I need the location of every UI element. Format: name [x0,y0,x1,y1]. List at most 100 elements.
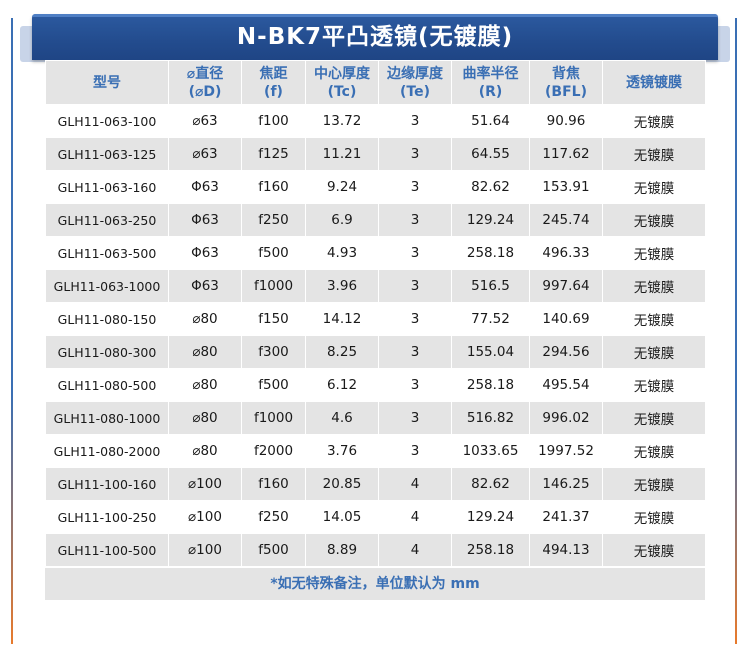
table-cell: 9.24 [305,170,379,204]
table-cell: 129.24 [451,500,530,534]
table-cell: 4 [378,467,452,501]
table-cell: 无镀膜 [602,104,706,138]
table-cell: 无镀膜 [602,500,706,534]
table-cell: f1000 [241,269,306,303]
column-header-unit: (R) [478,83,503,100]
table-cell: 无镀膜 [602,401,706,435]
frame-border-right [735,18,737,644]
table-cell: 258.18 [451,533,530,567]
table-cell: 无镀膜 [602,533,706,567]
column-header-unit: (Tc) [327,83,357,100]
table-cell: GLH11-063-500 [45,236,169,270]
table-cell: 无镀膜 [602,467,706,501]
table-cell: ⌀80 [168,401,242,435]
table-header-row: 型号 ⌀直径 (⌀D) 焦距 (f) 中心厚度 (Tc) 边缘厚度 (Te) 曲率半径 (R) 背焦(… [45,60,706,105]
table-cell: 14.12 [305,302,379,336]
table-cell: Φ63 [168,269,242,303]
table-cell: 294.56 [529,335,603,369]
table-row: GLH11-100-250 ⌀100 f250 14.05 4 129.24 241.37 无… [45,500,706,534]
table-cell: 3.96 [305,269,379,303]
page-title: N-BK7平凸透镜(无镀膜) [236,24,514,50]
table-cell: ⌀80 [168,434,242,468]
table-cell: 495.54 [529,368,603,402]
column-header-label: 透镜镀膜 [626,74,682,91]
table-cell: 494.13 [529,533,603,567]
table-cell: 3 [378,170,452,204]
table-cell: 3 [378,434,452,468]
table-cell: GLH11-080-500 [45,368,169,402]
table-cell: GLH11-080-1000 [45,401,169,435]
table-cell: f2000 [241,434,306,468]
table-cell: Φ63 [168,203,242,237]
frame-border-left [11,18,13,644]
column-header-label: 型号 [93,74,121,91]
table-cell: 258.18 [451,236,530,270]
table-cell: 无镀膜 [602,368,706,402]
table-cell: 无镀膜 [602,335,706,369]
table-cell: 90.96 [529,104,603,138]
table-cell: f500 [241,236,306,270]
table-cell: 516.82 [451,401,530,435]
table-cell: GLH11-080-2000 [45,434,169,468]
unit-note: *如无特殊备注，单位默认为 mm [45,567,705,600]
table-cell: GLH11-063-1000 [45,269,169,303]
table-cell: 3 [378,302,452,336]
table-cell: f125 [241,137,306,171]
table-cell: 无镀膜 [602,170,706,204]
table-cell: GLH11-063-250 [45,203,169,237]
table-row: GLH11-080-500 ⌀80 f500 6.12 3 258.18 495.54 无镀膜 [45,368,706,402]
table-cell: f300 [241,335,306,369]
table-cell: 77.52 [451,302,530,336]
table-cell: 无镀膜 [602,302,706,336]
table-cell: GLH11-100-160 [45,467,169,501]
table-cell: 11.21 [305,137,379,171]
column-header-label: ⌀直径 [186,65,224,82]
table-cell: 82.62 [451,170,530,204]
table-cell: 4.6 [305,401,379,435]
table-cell: 51.64 [451,104,530,138]
table-cell: 140.69 [529,302,603,336]
table-cell: f160 [241,467,306,501]
table-cell: 3 [378,335,452,369]
table-cell: 258.18 [451,368,530,402]
table-cell: ⌀63 [168,137,242,171]
table-cell: f250 [241,203,306,237]
column-header-unit: (f) [264,83,283,100]
table-cell: GLH11-063-100 [45,104,169,138]
table-cell: GLH11-100-500 [45,533,169,567]
column-header-label: 背焦 [552,65,580,82]
title-banner: N-BK7平凸透镜(无镀膜) [32,14,718,60]
table-cell: 82.62 [451,467,530,501]
table-cell: ⌀63 [168,104,242,138]
spec-table: 型号 ⌀直径 (⌀D) 焦距 (f) 中心厚度 (Tc) 边缘厚度 (Te) 曲率半径 (R) 背焦(… [45,60,706,567]
column-header: 焦距 (f) [241,60,306,105]
table-cell: GLH11-063-125 [45,137,169,171]
table-cell: 3 [378,401,452,435]
table-cell: 153.91 [529,170,603,204]
table-row: GLH11-100-160 ⌀100 f160 20.85 4 82.62 146.25 无镀… [45,467,706,501]
table-cell: 516.5 [451,269,530,303]
table-row: GLH11-080-1000 ⌀80 f1000 4.6 3 516.82 996.02 无镀… [45,401,706,435]
spec-table-container: 型号 ⌀直径 (⌀D) 焦距 (f) 中心厚度 (Tc) 边缘厚度 (Te) 曲率半径 (R) 背焦(… [45,60,706,600]
table-cell: 996.02 [529,401,603,435]
table-cell: ⌀80 [168,335,242,369]
table-cell: 241.37 [529,500,603,534]
table-row: GLH11-080-150 ⌀80 f150 14.12 3 77.52 140.69 无镀膜 [45,302,706,336]
column-header-label: 边缘厚度 [387,65,443,82]
table-row: GLH11-063-125 ⌀63 f125 11.21 3 64.55 117.62 无镀膜 [45,137,706,171]
column-header: 背焦 (BFL) [529,60,603,105]
table-cell: 117.62 [529,137,603,171]
table-cell: 无镀膜 [602,203,706,237]
table-cell: f250 [241,500,306,534]
table-row: GLH11-063-160 Φ63 f160 9.24 3 82.62 153.91 无镀膜 [45,170,706,204]
table-cell: f150 [241,302,306,336]
table-cell: f160 [241,170,306,204]
column-header: 中心厚度 (Tc) [305,60,379,105]
table-cell: 3 [378,269,452,303]
table-cell: 无镀膜 [602,236,706,270]
column-header-unit: (BFL) [545,83,587,100]
table-cell: Φ63 [168,170,242,204]
table-cell: 3 [378,368,452,402]
table-cell: 6.9 [305,203,379,237]
table-cell: 3 [378,137,452,171]
